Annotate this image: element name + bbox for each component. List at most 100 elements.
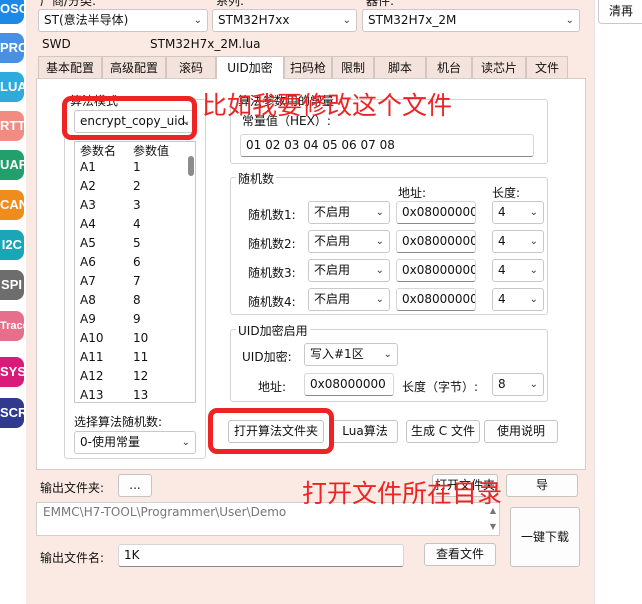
chevron-down-icon: ⌄ <box>565 15 574 26</box>
chevron-down-icon: ⌄ <box>383 349 392 360</box>
param-name: A1 <box>80 160 96 174</box>
list-item[interactable]: A11 11 <box>75 350 183 369</box>
list-item[interactable]: A4 4 <box>75 217 183 236</box>
tab-rolling-code[interactable]: 滚码 <box>166 56 216 78</box>
param-value: 7 <box>133 274 141 288</box>
random3-label: 随机数3: <box>248 266 296 280</box>
device-label: 器件: <box>366 0 395 8</box>
param-name: A9 <box>80 312 96 326</box>
param-value: 1 <box>133 160 141 174</box>
tab-script[interactable]: 脚本 <box>374 56 426 78</box>
random2-label: 随机数2: <box>248 237 296 251</box>
random1-len-select[interactable]: 4 ⌄ <box>492 201 544 224</box>
random2-addr-input[interactable]: 0x08000000 <box>396 230 476 253</box>
list-scrollbar[interactable] <box>188 156 194 176</box>
list-item[interactable]: A2 2 <box>75 179 183 198</box>
random2-mode-select[interactable]: 不启用 ⌄ <box>308 230 390 253</box>
series-select[interactable]: STM32H7xx ⌄ <box>212 9 357 32</box>
tab-advanced-config[interactable]: 高级配置 <box>102 56 166 78</box>
one-click-download-button[interactable]: 一键下载 <box>510 507 580 567</box>
random4-len-select[interactable]: 4 ⌄ <box>492 288 544 311</box>
param-value: 4 <box>133 217 141 231</box>
generate-c-file-button[interactable]: 生成 C 文件 <box>406 420 480 443</box>
device-select[interactable]: STM32H7x_2M ⌄ <box>362 9 580 32</box>
can-icon[interactable]: CAN <box>0 190 24 220</box>
output-filename-input[interactable]: 1K <box>118 544 404 567</box>
highlight-algo-select <box>62 96 197 140</box>
trace-icon[interactable]: Trace <box>0 311 24 341</box>
random3-mode-select[interactable]: 不启用 ⌄ <box>308 259 390 282</box>
vendor-label: 厂商/分类: <box>40 0 97 8</box>
algo-random-select[interactable]: 0-使用常量 ⌄ <box>74 431 196 454</box>
tab-limit[interactable]: 限制 <box>332 56 374 78</box>
list-item[interactable]: A7 7 <box>75 274 183 293</box>
lua-icon[interactable]: LUA <box>0 72 24 102</box>
random4-addr-input[interactable]: 0x08000000 <box>396 288 476 311</box>
spi-icon[interactable]: SPI <box>0 270 24 300</box>
param-name: A13 <box>80 388 104 402</box>
output-path-text: EMMC\H7-TOOL\Programmer\User\Demo <box>43 505 287 519</box>
param-name: A5 <box>80 236 96 250</box>
uid-encrypt-select[interactable]: 写入#1区 ⌄ <box>304 343 398 366</box>
tab-file[interactable]: 文件 <box>526 56 568 78</box>
addr-header: 地址: <box>398 186 427 200</box>
browse-folder-button[interactable]: ... <box>118 474 152 497</box>
list-item[interactable]: A12 12 <box>75 369 183 388</box>
list-item[interactable]: A6 6 <box>75 255 183 274</box>
param-value: 11 <box>133 350 149 364</box>
uid-encrypt-label: UID加密: <box>242 350 292 364</box>
list-item[interactable]: A8 8 <box>75 293 183 312</box>
param-value: 2 <box>133 179 141 193</box>
chevron-down-icon: ⌄ <box>181 437 190 448</box>
param-list[interactable]: 参数名 参数值 A1 1 A2 2 A3 3 A4 4 A5 5 A6 6 A7 7 A8 8 A9 9 A10 10… <box>74 141 196 403</box>
param-name: A6 <box>80 255 96 269</box>
uid-addr-input[interactable]: 0x08000000 <box>304 373 394 396</box>
annotation-modify-file: 比如我要修改这个文件 <box>202 91 453 120</box>
random1-mode-select[interactable]: 不启用 ⌄ <box>308 201 390 224</box>
sys-icon[interactable]: SYS <box>0 357 24 387</box>
chevron-down-icon: ⌄ <box>375 265 384 276</box>
export-button[interactable]: 导 <box>506 474 578 497</box>
list-item[interactable]: A1 1 <box>75 160 183 179</box>
param-value: 12 <box>133 369 149 383</box>
help-button[interactable]: 使用说明 <box>484 420 558 443</box>
random3-addr-input[interactable]: 0x08000000 <box>396 259 476 282</box>
tab-read-chip[interactable]: 读芯片 <box>472 56 526 78</box>
list-item[interactable]: A13 13 <box>75 388 183 402</box>
random3-len-select[interactable]: 4 ⌄ <box>492 259 544 282</box>
random-group-title: 随机数 <box>236 170 277 187</box>
random1-addr-input[interactable]: 0x08000000 <box>396 201 476 224</box>
right-pane <box>594 0 642 604</box>
tab-scanner[interactable]: 扫码枪 <box>284 56 332 78</box>
uid-addr-label: 地址: <box>258 380 287 394</box>
list-item[interactable]: A3 3 <box>75 198 183 217</box>
random2-len-select[interactable]: 4 ⌄ <box>492 230 544 253</box>
uid-len-label: 长度（字节）: <box>402 380 479 394</box>
tab-basic-config[interactable]: 基本配置 <box>38 56 102 78</box>
prog-icon[interactable]: PROG <box>0 33 24 63</box>
vendor-select[interactable]: ST(意法半导体) ⌄ <box>38 9 208 32</box>
interface-text: SWD <box>42 37 71 51</box>
list-item[interactable]: A5 5 <box>75 236 183 255</box>
list-item[interactable]: A10 10 <box>75 331 183 350</box>
list-item[interactable]: A9 9 <box>75 312 183 331</box>
rtt-icon[interactable]: RTT <box>0 111 24 141</box>
chevron-down-icon: ⌄ <box>529 379 538 390</box>
clear-button[interactable]: 清再 <box>598 0 642 24</box>
view-file-button[interactable]: 查看文件 <box>424 543 496 566</box>
output-folder-label: 输出文件夹: <box>40 481 105 495</box>
i2c-icon[interactable]: I2C <box>0 230 24 260</box>
param-name: A10 <box>80 331 104 345</box>
scroll-down-icon[interactable]: ▼ <box>490 522 496 531</box>
uid-len-select[interactable]: 8 ⌄ <box>492 373 544 396</box>
lua-algo-button[interactable]: Lua算法 <box>332 420 398 443</box>
uart-icon[interactable]: UART <box>0 150 24 180</box>
oso-icon[interactable]: OSO <box>0 0 24 24</box>
tab-uid-encrypt[interactable]: UID加密 <box>216 56 284 79</box>
constant-input[interactable]: 01 02 03 04 05 06 07 08 <box>240 134 534 157</box>
param-value: 9 <box>133 312 141 326</box>
param-value: 8 <box>133 293 141 307</box>
random4-mode-select[interactable]: 不启用 ⌄ <box>308 288 390 311</box>
tab-machine[interactable]: 机台 <box>426 56 472 78</box>
scr-icon[interactable]: SCR <box>0 398 24 428</box>
